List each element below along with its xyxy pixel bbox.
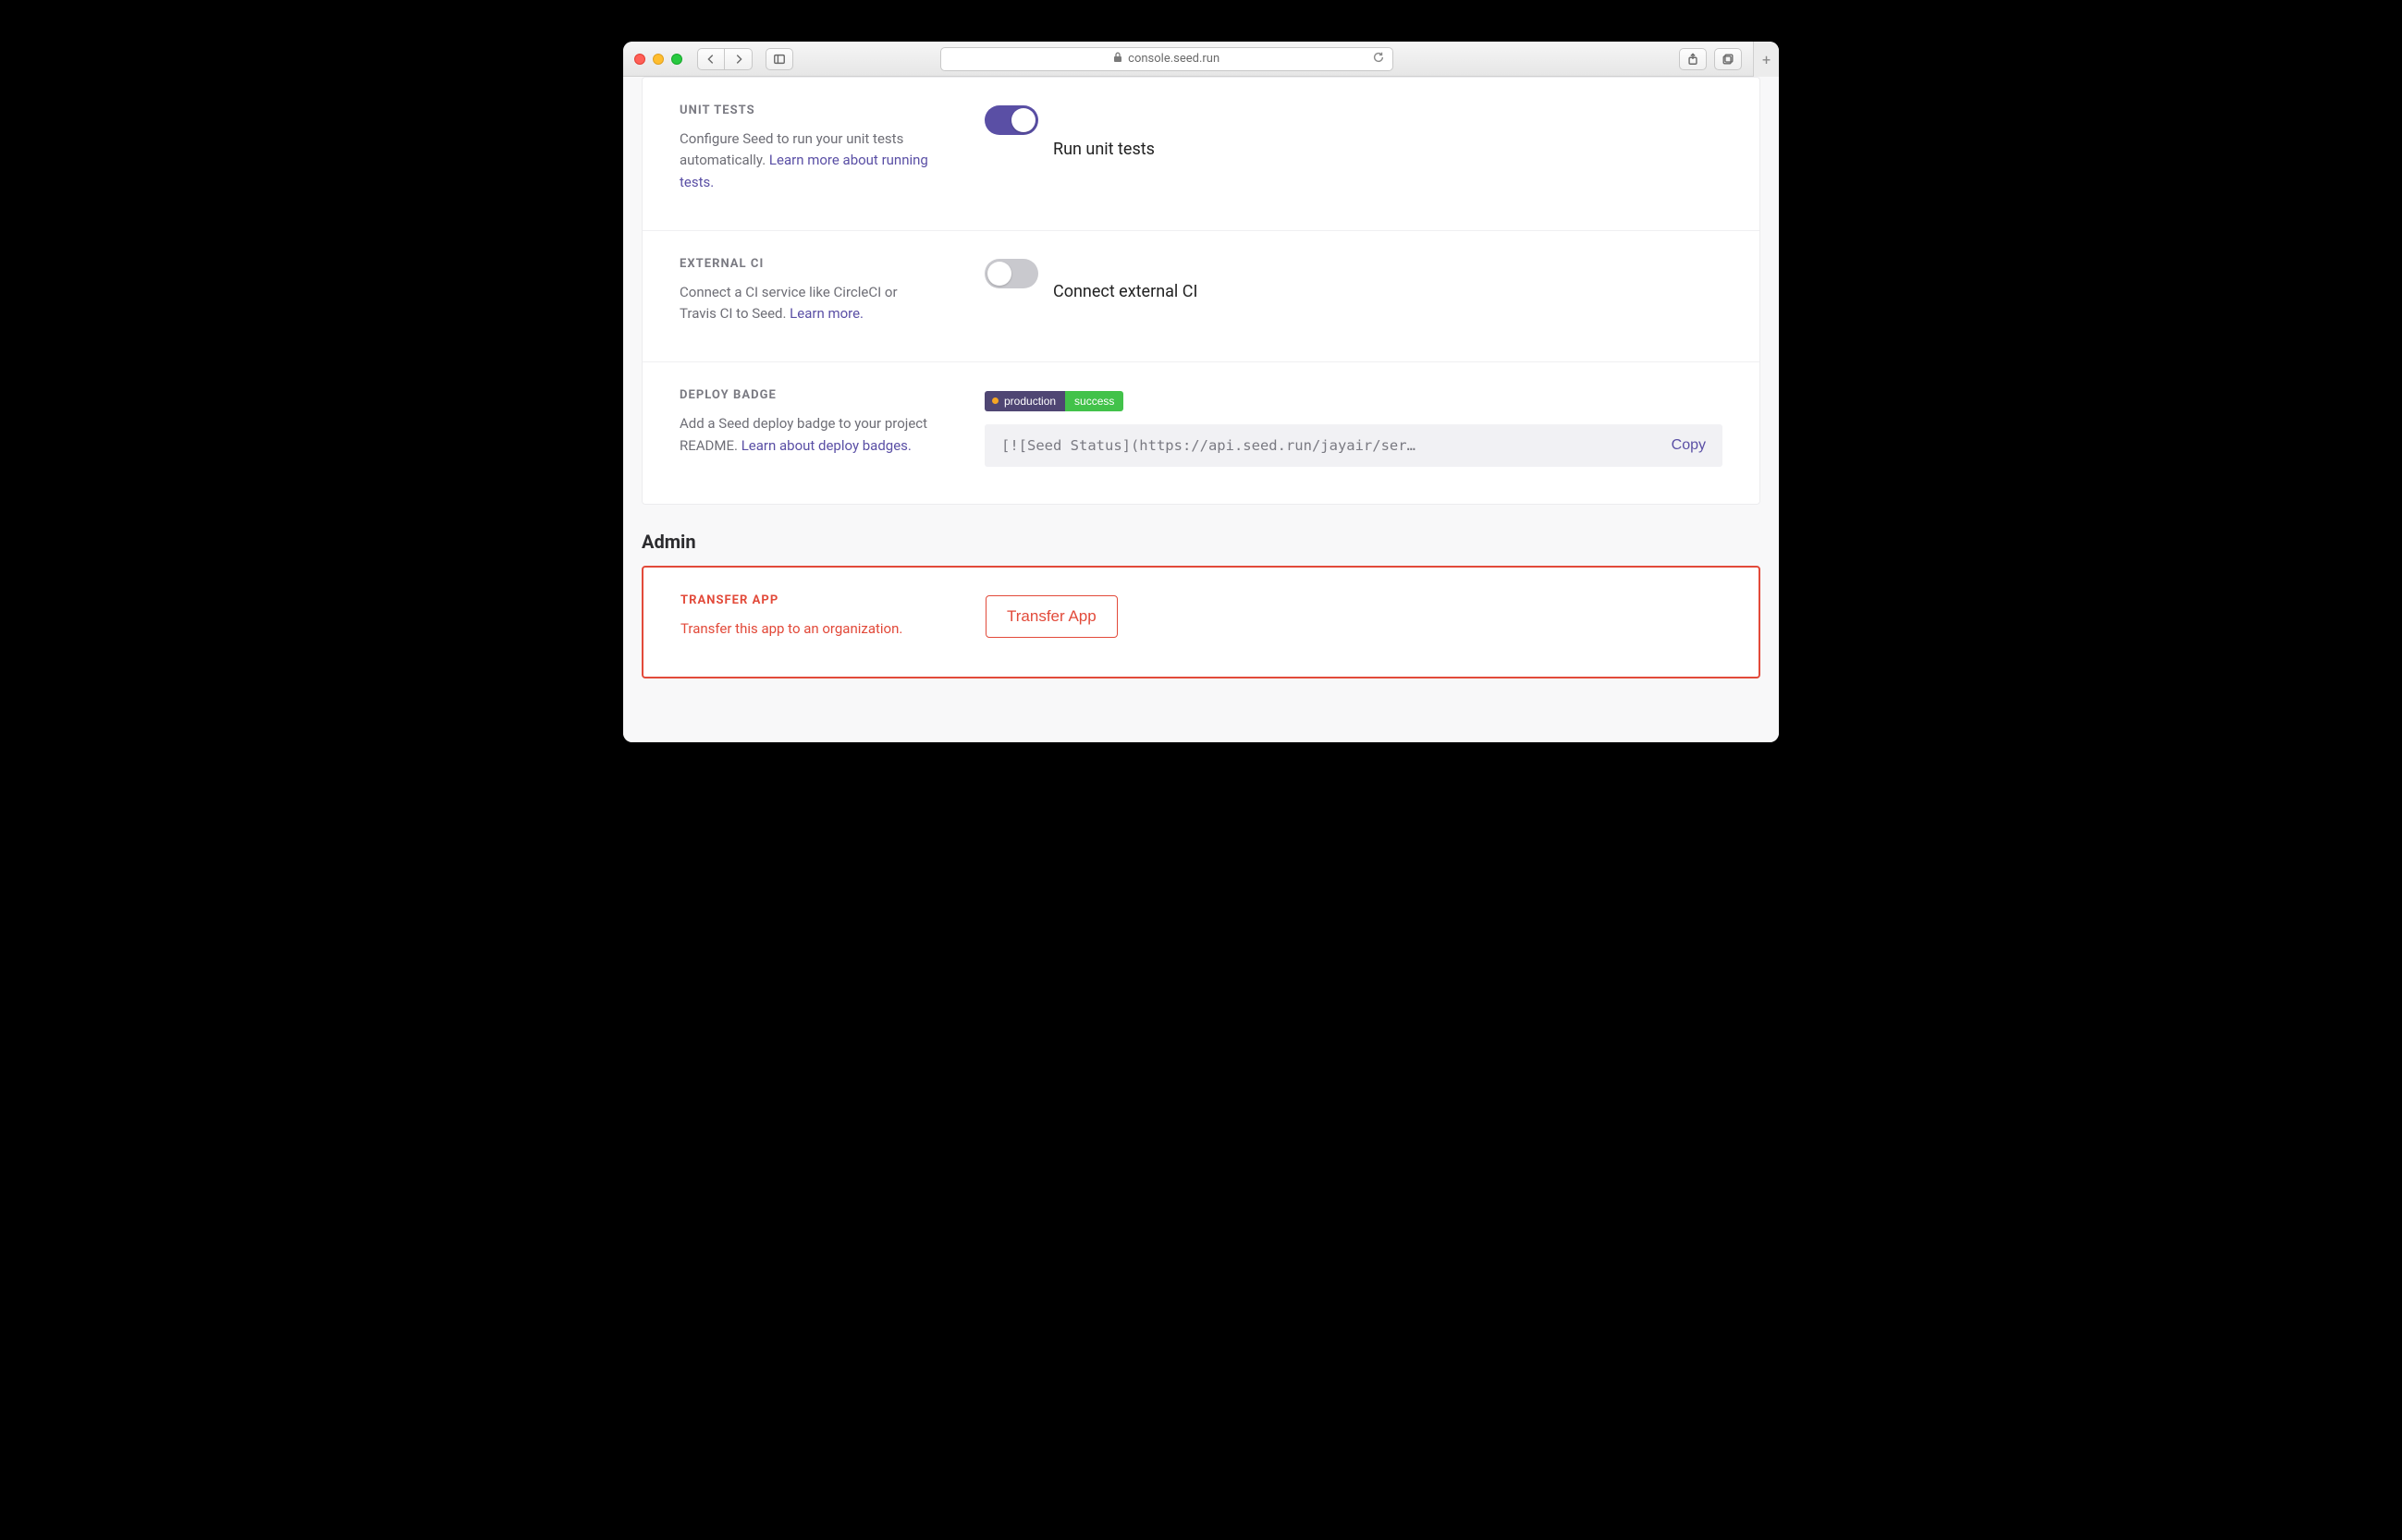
browser-titlebar: console.seed.run + bbox=[623, 42, 1779, 77]
external-ci-description: Connect a CI service like CircleCI or Tr… bbox=[680, 282, 929, 325]
address-url: console.seed.run bbox=[1128, 52, 1219, 66]
unit-tests-toggle[interactable] bbox=[985, 105, 1038, 135]
transfer-app-description: Transfer this app to an organization. bbox=[680, 618, 930, 640]
unit-tests-title: UNIT TESTS bbox=[680, 104, 929, 117]
minimize-window-button[interactable] bbox=[653, 54, 664, 65]
forward-button[interactable] bbox=[725, 48, 753, 70]
unit-tests-description: Configure Seed to run your unit tests au… bbox=[680, 128, 929, 193]
external-ci-section: EXTERNAL CI Connect a CI service like Ci… bbox=[643, 231, 1759, 363]
badge-environment: production bbox=[985, 391, 1065, 411]
deploy-badge-title: DEPLOY BADGE bbox=[680, 388, 929, 402]
badge-bullet-icon bbox=[992, 397, 999, 404]
page-content: UNIT TESTS Configure Seed to run your un… bbox=[623, 77, 1779, 742]
deploy-badge-section: DEPLOY BADGE Add a Seed deploy badge to … bbox=[643, 362, 1759, 504]
share-button[interactable] bbox=[1679, 48, 1707, 70]
deploy-badge-learn-more-link[interactable]: Learn about deploy badges. bbox=[741, 437, 912, 454]
external-ci-learn-more-link[interactable]: Learn more. bbox=[790, 305, 864, 322]
close-window-button[interactable] bbox=[634, 54, 645, 65]
reload-button[interactable] bbox=[1372, 51, 1385, 67]
address-bar[interactable]: console.seed.run bbox=[940, 47, 1393, 71]
share-icon bbox=[1686, 53, 1699, 66]
sidebar-icon bbox=[773, 53, 786, 66]
toggle-knob bbox=[987, 262, 1011, 286]
deploy-status-badge: production success bbox=[985, 390, 1722, 411]
tabs-icon bbox=[1722, 53, 1734, 66]
copy-button[interactable]: Copy bbox=[1672, 437, 1706, 454]
unit-tests-section: UNIT TESTS Configure Seed to run your un… bbox=[643, 78, 1759, 231]
transfer-app-section: TRANSFER APP Transfer this app to an org… bbox=[643, 568, 1759, 677]
fullscreen-window-button[interactable] bbox=[671, 54, 682, 65]
unit-tests-toggle-label: Run unit tests bbox=[1053, 140, 1155, 159]
external-ci-title: EXTERNAL CI bbox=[680, 257, 929, 271]
back-button[interactable] bbox=[697, 48, 725, 70]
settings-panel: UNIT TESTS Configure Seed to run your un… bbox=[642, 77, 1760, 505]
badge-status: success bbox=[1065, 391, 1123, 411]
chevron-left-icon bbox=[705, 53, 717, 66]
chevron-right-icon bbox=[732, 53, 745, 66]
badge-markdown-box: [![Seed Status](https://api.seed.run/jay… bbox=[985, 424, 1722, 467]
reload-icon bbox=[1372, 51, 1385, 64]
toggle-knob bbox=[1011, 108, 1036, 132]
external-ci-toggle-label: Connect external CI bbox=[1053, 282, 1197, 301]
deploy-badge-description: Add a Seed deploy badge to your project … bbox=[680, 413, 929, 457]
admin-panel: TRANSFER APP Transfer this app to an org… bbox=[642, 566, 1760, 678]
transfer-app-title: TRANSFER APP bbox=[680, 593, 930, 607]
window-controls bbox=[634, 54, 682, 65]
external-ci-toggle[interactable] bbox=[985, 259, 1038, 288]
lock-icon bbox=[1113, 52, 1122, 66]
badge-markdown-code[interactable]: [![Seed Status](https://api.seed.run/jay… bbox=[1001, 437, 1655, 454]
nav-arrows bbox=[697, 48, 753, 70]
browser-window: console.seed.run + UNIT TESTS Configure … bbox=[623, 42, 1779, 742]
tabs-button[interactable] bbox=[1714, 48, 1742, 70]
transfer-app-button[interactable]: Transfer App bbox=[986, 595, 1118, 638]
admin-heading: Admin bbox=[642, 531, 1760, 553]
new-tab-button[interactable]: + bbox=[1753, 42, 1779, 77]
sidebar-toggle-button[interactable] bbox=[766, 48, 793, 70]
